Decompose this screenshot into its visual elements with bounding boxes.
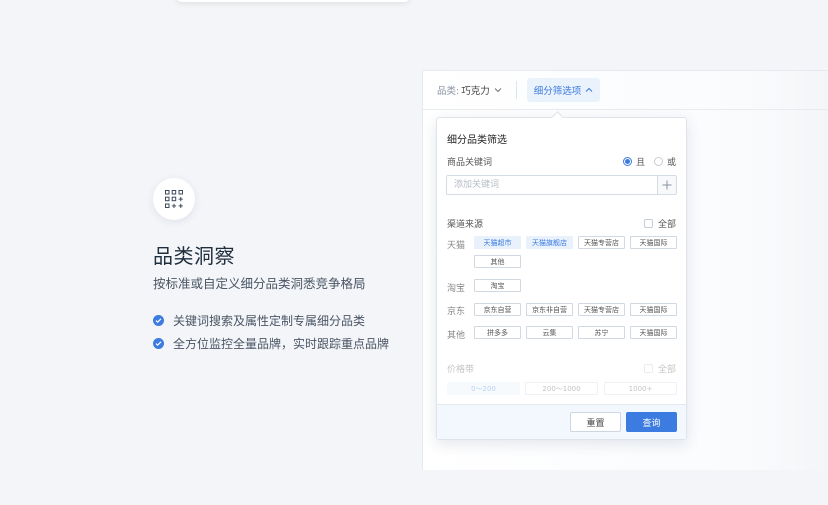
feature-list: 关键词搜索及属性定制专属细分品类 全方位监控全量品牌，实时跟踪重点品牌: [153, 309, 389, 355]
hero-title: 品类洞察: [153, 244, 235, 268]
radio-or-dot[interactable]: [653, 157, 663, 166]
logic-radio-group: 且 或: [622, 155, 676, 168]
channel-tag[interactable]: 天猫专营店: [578, 236, 625, 249]
filter-bar: 品类: 巧克力 细分筛选项: [423, 71, 828, 110]
keyword-input[interactable]: [446, 175, 657, 195]
price-tag[interactable]: 200～1000: [525, 382, 598, 395]
grid-plus-icon: [153, 178, 195, 220]
radio-or[interactable]: 或: [653, 155, 676, 168]
channel-label: 渠道来源: [447, 220, 484, 230]
chevron-down-icon[interactable]: [494, 85, 502, 96]
radio-and[interactable]: 且: [622, 155, 645, 168]
category-select[interactable]: 巧克力: [461, 83, 490, 97]
channel-tag[interactable]: 其他: [474, 255, 521, 268]
channel-row-label: 天猫: [447, 241, 466, 251]
channel-row-label: 淘宝: [447, 284, 466, 294]
channel-tag[interactable]: 拼多多: [474, 326, 521, 339]
channel-row-label: 其他: [447, 331, 466, 341]
check-icon: [153, 315, 164, 326]
channel-tag[interactable]: 天猫超市: [474, 236, 521, 249]
hero-subtitle: 按标准或自定义细分品类洞悉竞争格局: [153, 276, 366, 291]
divider: [515, 81, 517, 99]
channel-tag[interactable]: 天猫国际: [630, 303, 677, 316]
radio-and-label: 且: [635, 158, 645, 168]
channel-tag[interactable]: 天猫专营店: [578, 303, 625, 316]
query-button[interactable]: 查询: [626, 412, 677, 432]
category-label: 品类:: [437, 86, 460, 97]
channel-tag[interactable]: 云集: [526, 326, 573, 339]
channel-tag[interactable]: 天猫国际: [630, 236, 677, 249]
feature-text: 关键词搜索及属性定制专属细分品类: [173, 314, 366, 328]
channel-all-checkbox[interactable]: 全部: [643, 217, 676, 230]
channel-tag[interactable]: 淘宝: [474, 279, 521, 292]
dropdown-footer: 重置 查询: [437, 404, 686, 439]
sub-filter-button[interactable]: 细分筛选项: [526, 78, 601, 102]
dropdown-title: 细分品类筛选: [447, 135, 507, 146]
feature-item: 全方位监控全量品牌，实时跟踪重点品牌: [153, 332, 389, 355]
chevron-up-icon: [585, 87, 593, 92]
price-tag[interactable]: 1000+: [604, 382, 677, 395]
price-all-checkbox[interactable]: 全部: [643, 362, 676, 375]
checkbox-box[interactable]: [643, 219, 653, 228]
channel-tag[interactable]: 天猫国际: [630, 326, 677, 339]
price-tag[interactable]: 0～200: [447, 382, 520, 395]
channel-all-label: 全部: [657, 220, 676, 230]
add-keyword-button[interactable]: [657, 175, 677, 195]
price-all-label: 全部: [657, 365, 676, 375]
channel-row-label: 京东: [447, 307, 466, 317]
checkbox-box[interactable]: [643, 364, 653, 373]
sub-filter-label: 细分筛选项: [533, 86, 582, 97]
channel-tag[interactable]: 苏宁: [578, 326, 625, 339]
feature-item: 关键词搜索及属性定制专属细分品类: [153, 309, 389, 332]
feature-text: 全方位监控全量品牌，实时跟踪重点品牌: [173, 337, 390, 351]
radio-and-dot[interactable]: [622, 157, 632, 166]
channel-tag[interactable]: 天猫旗舰店: [526, 236, 573, 249]
plus-icon: [662, 180, 672, 190]
check-icon: [153, 338, 164, 349]
top-card-edge: [176, 0, 410, 2]
channel-tag[interactable]: 京东非自营: [526, 303, 573, 316]
keyword-label: 商品关键词: [447, 158, 493, 168]
radio-or-label: 或: [666, 158, 676, 168]
sub-filter-dropdown: 细分品类筛选 商品关键词 且 或 渠道来源 全部 天猫 天猫超市 天猫旗舰店 天…: [436, 111, 687, 440]
reset-button[interactable]: 重置: [570, 412, 621, 432]
price-label: 价格带: [447, 365, 475, 375]
channel-tag[interactable]: 京东自营: [474, 303, 521, 316]
